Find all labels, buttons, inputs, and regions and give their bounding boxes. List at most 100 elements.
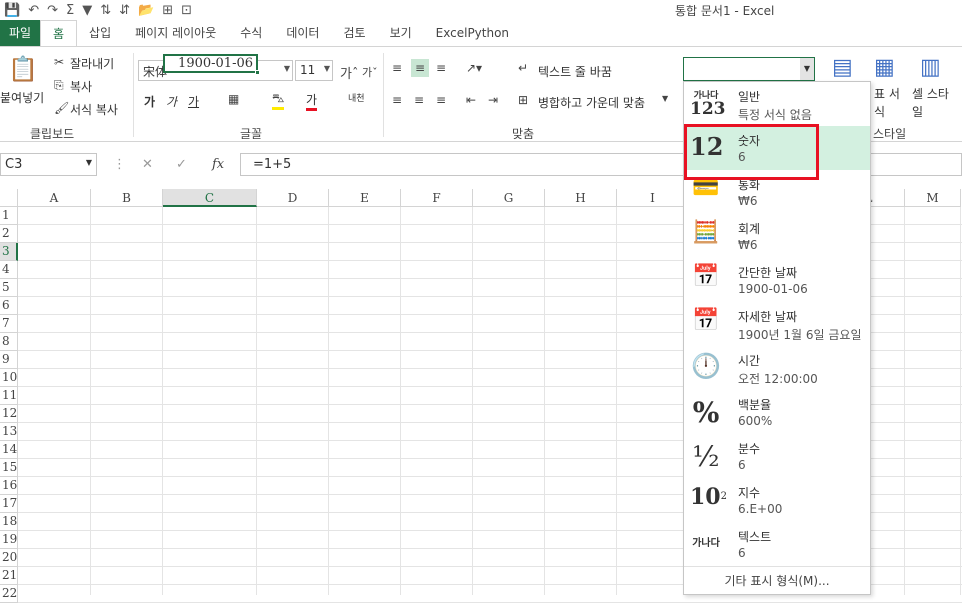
format-option-0[interactable]: 가나다 123 일반 특정 서식 없음 xyxy=(684,82,870,126)
phonetic-button[interactable]: 내천 xyxy=(348,91,365,104)
row-header-7[interactable]: 7 xyxy=(0,315,18,333)
tab-excelpython[interactable]: ExcelPython xyxy=(424,20,521,46)
cut-button[interactable]: 잘라내기 xyxy=(70,55,114,72)
tab-insert[interactable]: 삽입 xyxy=(77,20,123,46)
column-header-i[interactable]: I xyxy=(617,189,689,207)
number-format-combo[interactable]: ▼ xyxy=(683,57,815,81)
paste-icon[interactable]: 📋 xyxy=(8,55,38,83)
undo-icon[interactable]: ↶ xyxy=(28,3,39,18)
column-header-d[interactable]: D xyxy=(257,189,329,207)
row-header-2[interactable]: 2 xyxy=(0,225,18,243)
column-header-a[interactable]: A xyxy=(18,189,91,207)
format-option-10[interactable]: 가나다 텍스트 6 xyxy=(684,522,870,566)
align-bottom-icon[interactable]: ≡ xyxy=(436,61,446,75)
font-color-button[interactable]: 가 xyxy=(306,91,318,111)
fill-color-icon[interactable]: ⛍ xyxy=(272,91,285,110)
tab-file[interactable]: 파일 xyxy=(0,20,40,46)
cell-style-icon[interactable]: ▥ xyxy=(920,55,941,80)
open-icon[interactable]: 📂 xyxy=(138,3,154,18)
column-header-f[interactable]: F xyxy=(401,189,473,207)
row-header-15[interactable]: 15 xyxy=(0,459,18,477)
table-format-icon[interactable]: ▦ xyxy=(874,55,895,80)
row-header-14[interactable]: 14 xyxy=(0,441,18,459)
format-option-3[interactable]: 🧮 회계 ₩6 xyxy=(684,214,870,258)
align-left-icon[interactable]: ≡ xyxy=(392,93,402,107)
row-header-12[interactable]: 12 xyxy=(0,405,18,423)
row-header-3[interactable]: 3 xyxy=(0,243,18,261)
underline-button[interactable]: 가 xyxy=(188,93,199,110)
toolbar-icon-a[interactable]: ⊞ xyxy=(162,3,173,18)
column-header-h[interactable]: H xyxy=(545,189,617,207)
select-all-corner[interactable] xyxy=(0,189,18,207)
table-format-button[interactable]: 표 서식 xyxy=(874,85,906,121)
border-icon[interactable]: ▦ xyxy=(228,92,239,106)
merge-icon[interactable]: ⊞ xyxy=(518,93,528,107)
chevron-down-icon[interactable]: ▼ xyxy=(800,58,814,80)
conditional-format-icon[interactable]: ▤ xyxy=(832,55,853,80)
sort-desc-icon[interactable]: ⇵ xyxy=(119,3,130,18)
row-header-11[interactable]: 11 xyxy=(0,387,18,405)
font-shrink-icon[interactable]: 가ˇ xyxy=(362,64,378,80)
row-header-22[interactable]: 22 xyxy=(0,585,18,603)
name-box[interactable]: C3 ▼ xyxy=(0,153,97,176)
column-header-m[interactable]: M xyxy=(905,189,961,207)
format-painter-button[interactable]: 서식 복사 xyxy=(70,101,118,118)
insert-function-button[interactable]: fx xyxy=(212,157,224,172)
format-option-8[interactable]: ½ 분수 6 xyxy=(684,434,870,478)
row-header-10[interactable]: 10 xyxy=(0,369,18,387)
row-header-13[interactable]: 13 xyxy=(0,423,18,441)
orientation-icon[interactable]: ↗▾ xyxy=(466,61,482,75)
chevron-down-icon[interactable]: ▼ xyxy=(662,94,668,103)
row-header-19[interactable]: 19 xyxy=(0,531,18,549)
fill-handle[interactable] xyxy=(255,70,260,75)
active-cell[interactable]: 1900-01-06 xyxy=(163,54,260,75)
format-option-5[interactable]: 📅 자세한 날짜 1900년 1월 6일 금요일 xyxy=(684,302,870,346)
row-header-1[interactable]: 1 xyxy=(0,207,18,225)
toolbar-icon-b[interactable]: ⊡ xyxy=(181,3,192,18)
cell-style-button[interactable]: 셀 스타일 xyxy=(912,85,956,121)
cancel-icon[interactable]: ✕ xyxy=(142,157,153,172)
cut-icon[interactable]: ✂ xyxy=(54,55,64,69)
column-header-b[interactable]: B xyxy=(91,189,163,207)
align-top-icon[interactable]: ≡ xyxy=(392,61,402,75)
tab-home[interactable]: 홈 xyxy=(40,20,78,46)
tab-view[interactable]: 보기 xyxy=(378,20,424,46)
wrap-text-button[interactable]: 텍스트 줄 바꿈 xyxy=(538,63,612,80)
copy-button[interactable]: 복사 xyxy=(70,78,92,95)
tab-review[interactable]: 검토 xyxy=(331,20,377,46)
row-header-17[interactable]: 17 xyxy=(0,495,18,513)
row-header-6[interactable]: 6 xyxy=(0,297,18,315)
row-header-16[interactable]: 16 xyxy=(0,477,18,495)
decrease-indent-icon[interactable]: ⇤ xyxy=(466,93,476,107)
font-size-combo[interactable]: 11 ▼ xyxy=(295,60,333,81)
increase-indent-icon[interactable]: ⇥ xyxy=(488,93,498,107)
format-option-6[interactable]: 🕛 시간 오전 12:00:00 xyxy=(684,346,870,390)
paste-button[interactable]: 붙여넣기 xyxy=(0,89,44,106)
save-icon[interactable]: 💾 xyxy=(4,3,20,18)
redo-icon[interactable]: ↷ xyxy=(47,3,58,18)
font-grow-icon[interactable]: 가ˆ xyxy=(340,63,358,82)
tab-formulas[interactable]: 수식 xyxy=(228,20,274,46)
row-header-9[interactable]: 9 xyxy=(0,351,18,369)
format-painter-icon[interactable]: 🖌 xyxy=(54,101,69,115)
column-header-g[interactable]: G xyxy=(473,189,545,207)
merge-center-button[interactable]: 병합하고 가운데 맞춤 xyxy=(538,94,645,111)
bold-button[interactable]: 가 xyxy=(144,93,155,110)
format-option-7[interactable]: % 백분율 600% xyxy=(684,390,870,434)
align-right-icon[interactable]: ≡ xyxy=(436,93,446,107)
tab-page-layout[interactable]: 페이지 레이아웃 xyxy=(123,20,228,46)
format-option-9[interactable]: 102 지수 6.E+00 xyxy=(684,478,870,522)
align-center-icon[interactable]: ≡ xyxy=(414,93,424,107)
row-header-20[interactable]: 20 xyxy=(0,549,18,567)
filter-icon[interactable]: ▼ xyxy=(82,3,92,18)
format-option-4[interactable]: 📅 간단한 날짜 1900-01-06 xyxy=(684,258,870,302)
copy-icon[interactable]: ⎘ xyxy=(54,78,64,93)
align-middle-icon[interactable]: ≡ xyxy=(411,59,430,77)
row-header-18[interactable]: 18 xyxy=(0,513,18,531)
more-number-formats[interactable]: 기타 표시 형식(M)... xyxy=(684,566,870,594)
row-header-5[interactable]: 5 xyxy=(0,279,18,297)
wrap-text-icon[interactable]: ↵ xyxy=(518,61,528,75)
enter-icon[interactable]: ✓ xyxy=(176,157,187,172)
row-header-4[interactable]: 4 xyxy=(0,261,18,279)
row-header-21[interactable]: 21 xyxy=(0,567,18,585)
